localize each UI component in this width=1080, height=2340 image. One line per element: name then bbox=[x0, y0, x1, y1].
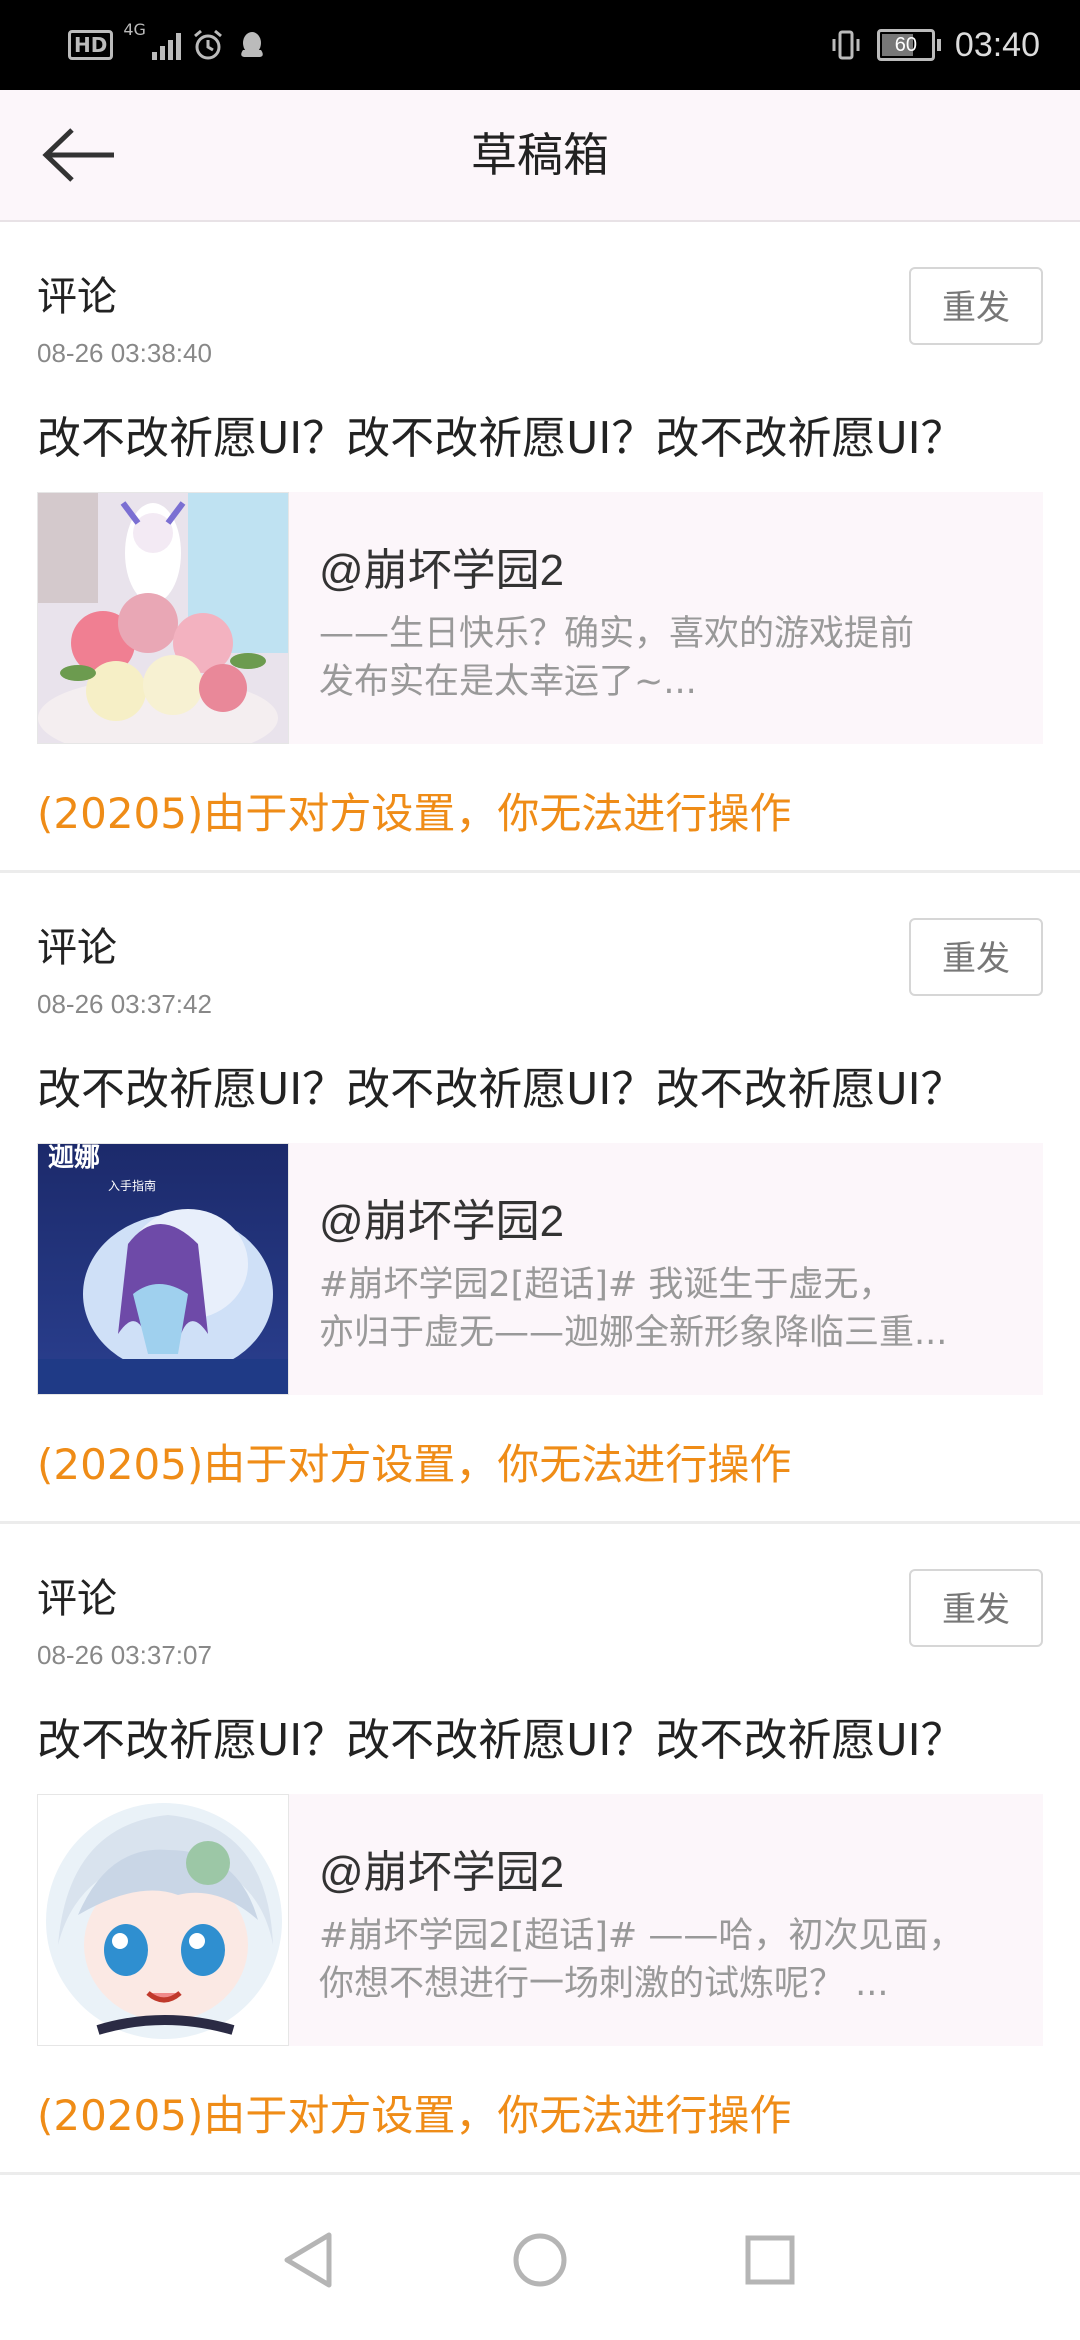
draft-type: 评论 bbox=[37, 274, 117, 320]
draft-text[interactable]: 改不改祈愿UI？改不改祈愿UI？改不改祈愿UI？ bbox=[37, 1704, 1047, 1768]
status-right-icons: 60 03:40 bbox=[829, 22, 1040, 68]
quote-author: @崩坏学园2 bbox=[319, 1197, 565, 1246]
draft-time: 08-26 03:38:40 bbox=[37, 338, 212, 368]
post-thumbnail bbox=[37, 492, 289, 744]
battery-level: 60 bbox=[894, 33, 918, 56]
character-poster-image: 迦娜 入手指南 bbox=[38, 1144, 288, 1394]
chibi-avatar-image bbox=[38, 1795, 288, 2045]
quoted-post-card[interactable]: @崩坏学园2 ——生日快乐？确实，喜欢的游戏提前 发布实在是太幸运了~... bbox=[37, 492, 1043, 744]
quote-line: 你想不想进行一场刺激的试炼呢？ ... bbox=[319, 1964, 889, 2004]
nav-recents-button[interactable] bbox=[725, 2215, 815, 2305]
header-bar: 草稿箱 bbox=[0, 90, 1080, 222]
draft-text[interactable]: 改不改祈愿UI？改不改祈愿UI？改不改祈愿UI？ bbox=[37, 1053, 1047, 1117]
draft-text[interactable]: 改不改祈愿UI？改不改祈愿UI？改不改祈愿UI？ bbox=[37, 402, 1047, 466]
network-type: 4G bbox=[123, 20, 146, 39]
error-message: (20205)由于对方设置，你无法进行操作 bbox=[37, 2091, 792, 2140]
quote-line: 发布实在是太幸运了~... bbox=[319, 662, 697, 702]
draft-list: 评论 08-26 03:38:40 重发 改不改祈愿UI？改不改祈愿UI？改不改… bbox=[0, 222, 1080, 2175]
system-nav-bar bbox=[0, 2175, 1080, 2340]
vibrate-icon bbox=[832, 30, 860, 60]
battery-icon: 60 bbox=[876, 29, 935, 61]
resend-button[interactable]: 重发 bbox=[909, 918, 1043, 996]
signal-icon bbox=[151, 30, 181, 60]
quote-line: 亦归于虚无——迦娜全新形象降临三重... bbox=[319, 1313, 948, 1353]
hd-icon: HD bbox=[68, 30, 114, 60]
thumb-subcaption: 入手指南 bbox=[108, 1178, 156, 1193]
page-title: 草稿箱 bbox=[471, 128, 609, 182]
status-time: 03:40 bbox=[954, 25, 1040, 64]
draft-item: 评论 08-26 03:38:40 重发 改不改祈愿UI？改不改祈愿UI？改不改… bbox=[0, 222, 1080, 873]
draft-type: 评论 bbox=[37, 925, 117, 971]
quoted-post-card[interactable]: 迦娜 入手指南 @崩坏学园2 #崩坏学园2[超话]# 我诞生于虚无， 亦归于虚无… bbox=[37, 1143, 1043, 1395]
nav-home-button[interactable] bbox=[495, 2215, 585, 2305]
status-left-icons: HD 4G bbox=[68, 22, 269, 68]
quote-text: #崩坏学园2[超话]# ——哈，初次见面， 你想不想进行一场刺激的试炼呢？ ..… bbox=[319, 1912, 1009, 2008]
battery-cap bbox=[936, 39, 941, 51]
alarm-icon bbox=[193, 29, 222, 60]
error-message: (20205)由于对方设置，你无法进行操作 bbox=[37, 1440, 792, 1489]
draft-item: 评论 08-26 03:37:07 重发 改不改祈愿UI？改不改祈愿UI？改不改… bbox=[0, 1524, 1080, 2175]
home-circle-icon bbox=[513, 2233, 567, 2287]
status-bar: HD 4G 60 03:40 bbox=[0, 0, 1080, 90]
post-thumbnail: 迦娜 入手指南 bbox=[37, 1143, 289, 1395]
recents-square-icon bbox=[745, 2235, 795, 2285]
quote-line: #崩坏学园2[超话]# ——哈，初次见面， bbox=[319, 1916, 964, 1956]
quote-line: ——生日快乐？确实，喜欢的游戏提前 bbox=[319, 614, 915, 654]
draft-type: 评论 bbox=[37, 1576, 117, 1622]
quote-author: @崩坏学园2 bbox=[319, 1848, 565, 1897]
qq-icon bbox=[241, 32, 263, 57]
error-message: (20205)由于对方设置，你无法进行操作 bbox=[37, 789, 792, 838]
thumb-caption: 迦娜 bbox=[48, 1144, 100, 1173]
resend-button[interactable]: 重发 bbox=[909, 1569, 1043, 1647]
draft-time: 08-26 03:37:07 bbox=[37, 1640, 212, 1670]
quote-text: ——生日快乐？确实，喜欢的游戏提前 发布实在是太幸运了~... bbox=[319, 610, 1009, 706]
quoted-post-card[interactable]: @崩坏学园2 #崩坏学园2[超话]# ——哈，初次见面， 你想不想进行一场刺激的… bbox=[37, 1794, 1043, 2046]
draft-time: 08-26 03:37:42 bbox=[37, 989, 212, 1019]
draft-item: 评论 08-26 03:37:42 重发 改不改祈愿UI？改不改祈愿UI？改不改… bbox=[0, 873, 1080, 1524]
cake-image bbox=[38, 493, 288, 743]
quote-line: #崩坏学园2[超话]# 我诞生于虚无， bbox=[319, 1265, 894, 1305]
resend-button[interactable]: 重发 bbox=[909, 267, 1043, 345]
post-thumbnail bbox=[37, 1794, 289, 2046]
quote-text: #崩坏学园2[超话]# 我诞生于虚无， 亦归于虚无——迦娜全新形象降临三重... bbox=[319, 1261, 1009, 1357]
back-triangle-icon bbox=[284, 2232, 332, 2288]
nav-back-button[interactable] bbox=[265, 2215, 355, 2305]
quote-author: @崩坏学园2 bbox=[319, 546, 565, 595]
